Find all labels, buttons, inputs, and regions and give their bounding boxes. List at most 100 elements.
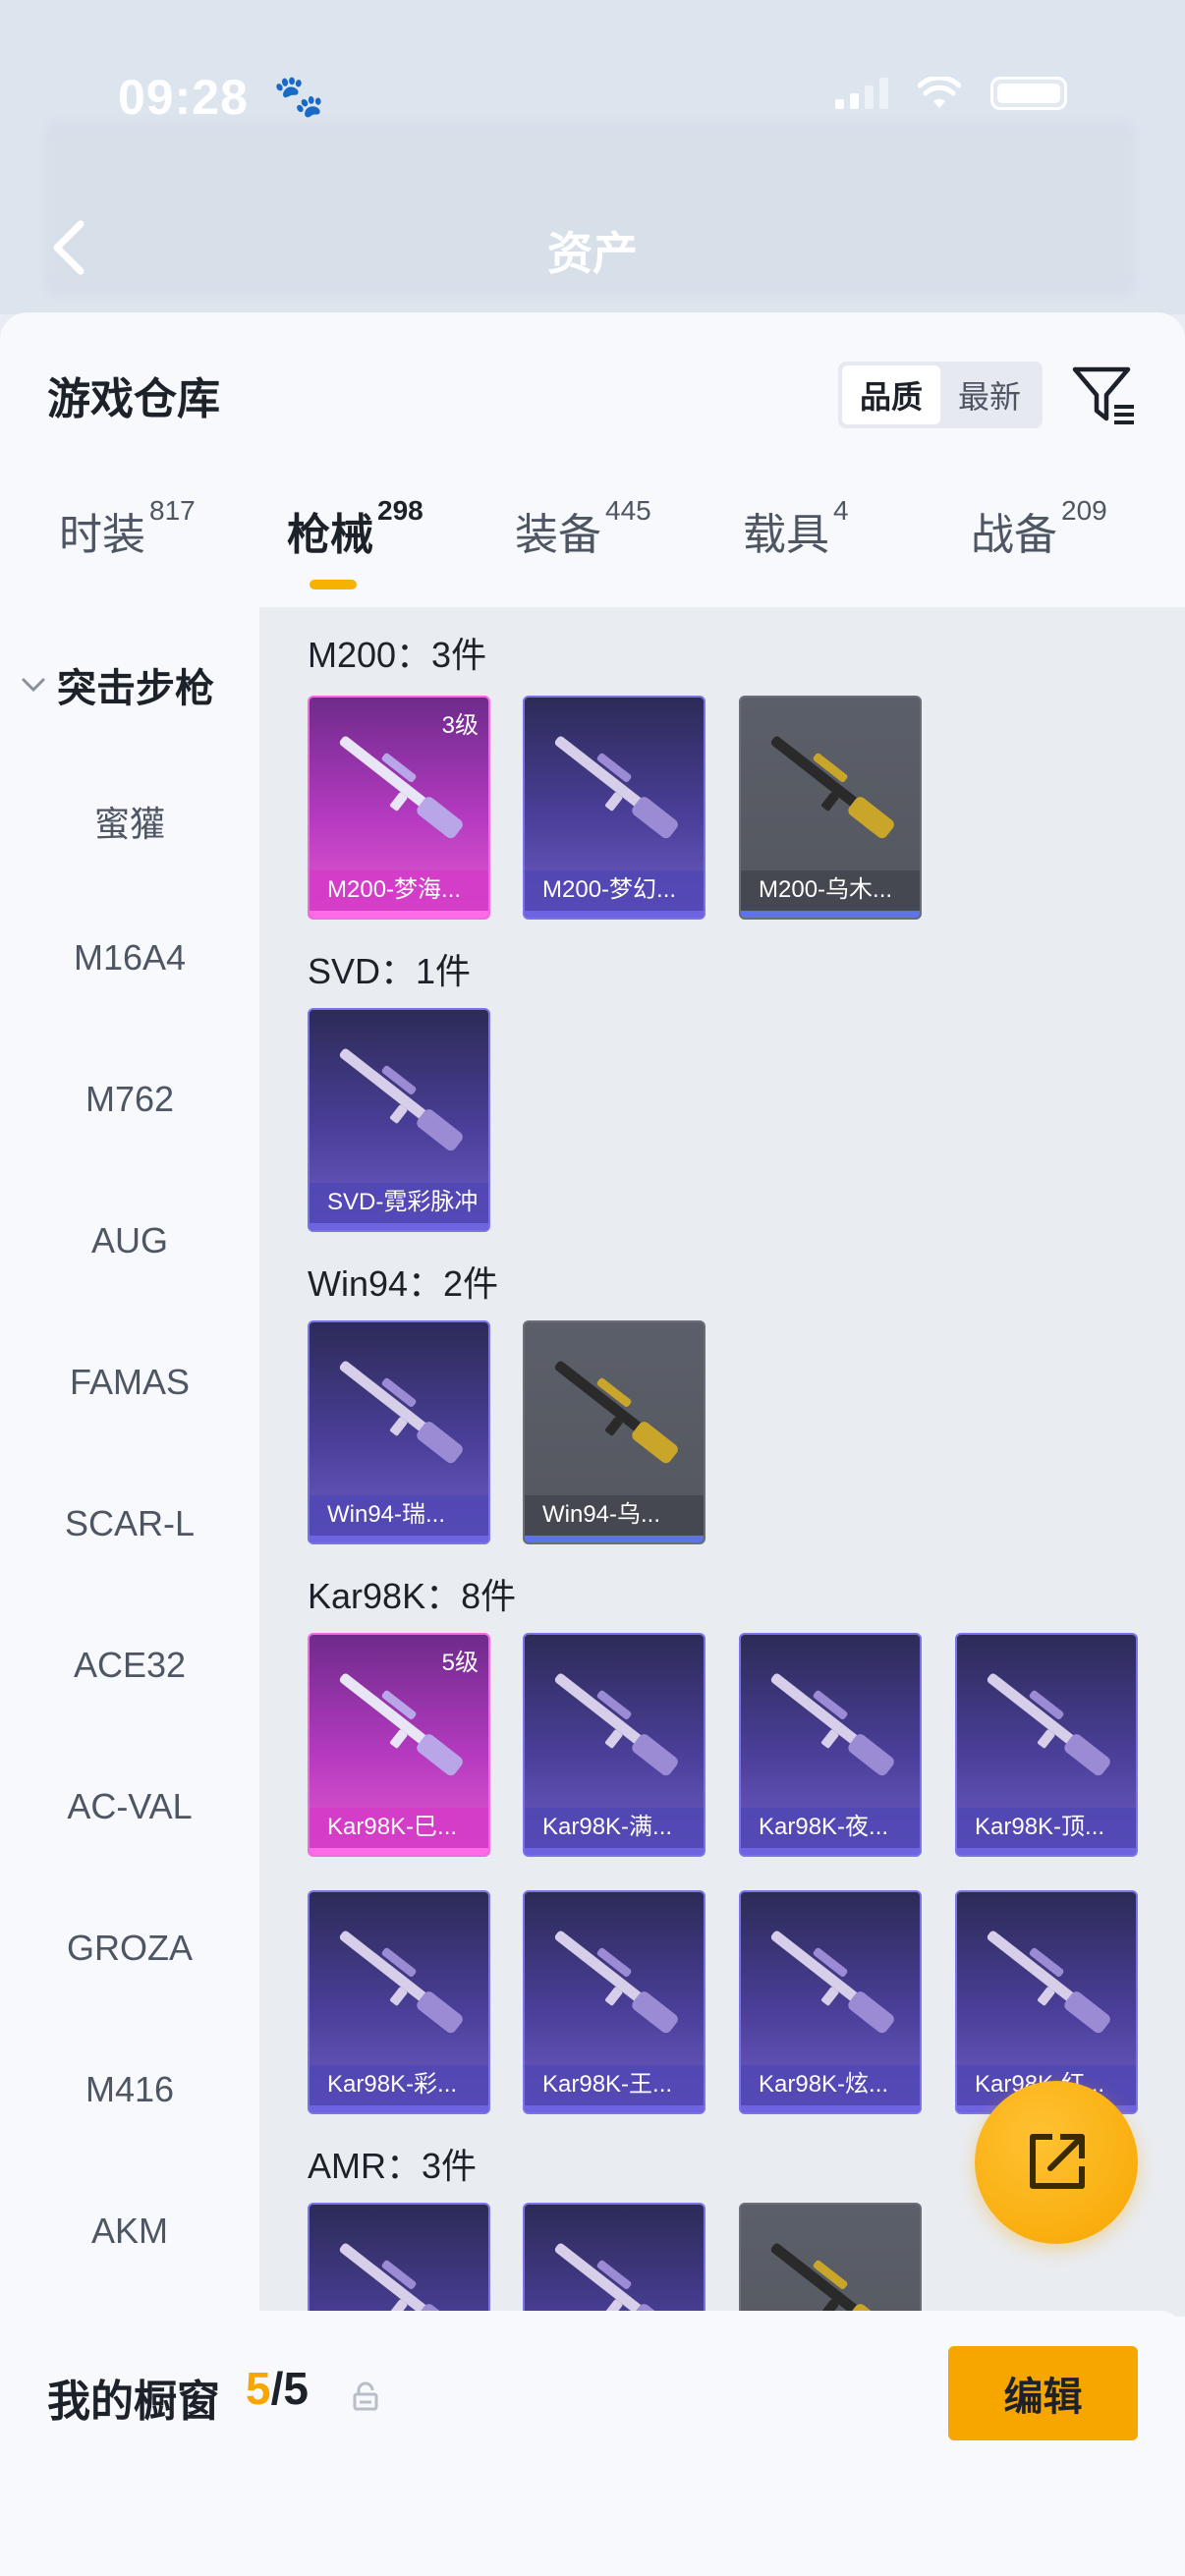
tab-label: 时装 xyxy=(59,511,145,559)
group-title: Win94：2件 xyxy=(308,1263,499,1304)
showcase-title: 我的橱窗 xyxy=(47,2378,220,2426)
rifle-icon xyxy=(554,736,678,839)
warehouse-header: 游戏仓库 品质 最新 时装817 枪械298 装备445 载具4 战备209 xyxy=(0,312,1185,607)
chevron-down-icon xyxy=(22,678,45,693)
rifle-icon xyxy=(339,1048,463,1151)
weapon-card[interactable]: M200-乌木... xyxy=(739,696,922,920)
weapon-card[interactable]: Win94-乌... xyxy=(523,1320,705,1544)
weapon-card[interactable]: Kar98K-王... xyxy=(523,1890,705,2114)
rifle-icon xyxy=(554,2243,678,2317)
page-title: 资产 xyxy=(547,228,638,279)
filter-icon[interactable] xyxy=(1069,362,1138,430)
sidebar-item[interactable]: AKM xyxy=(0,2211,259,2252)
tab-vehicles[interactable]: 载具4 xyxy=(743,495,849,588)
sidebar-item[interactable]: M416 xyxy=(0,2069,259,2110)
category-tabs: 时装817 枪械298 装备445 载具4 战备209 xyxy=(0,495,1185,597)
status-icons xyxy=(835,77,1067,110)
weapon-name: M200-梦海... xyxy=(310,870,488,918)
weapon-name: Kar98K-彩... xyxy=(310,2065,488,2112)
sort-newest-button[interactable]: 最新 xyxy=(940,365,1039,424)
sidebar-item[interactable]: M762 xyxy=(0,1079,259,1120)
lock-icon xyxy=(353,2381,378,2411)
sidebar-item[interactable]: GROZA xyxy=(0,1928,259,1969)
rifle-icon xyxy=(770,736,894,839)
tab-equipment[interactable]: 装备445 xyxy=(515,495,651,588)
showcase-count: 5/5 xyxy=(246,2362,309,2415)
rifle-icon xyxy=(770,1673,894,1776)
sidebar-item[interactable]: 蜜獾 xyxy=(0,796,259,847)
weapon-card[interactable]: SVD-霓彩脉冲 xyxy=(308,1008,490,1232)
signal-icon xyxy=(835,78,888,109)
level-badge: 5级 xyxy=(441,1650,479,1676)
tab-label: 装备 xyxy=(515,511,601,559)
warehouse-sheet: 游戏仓库 品质 最新 时装817 枪械298 装备445 载具4 战备209 突… xyxy=(0,312,1185,2576)
tab-count: 817 xyxy=(149,495,196,526)
rifle-icon xyxy=(554,1931,678,2034)
tab-count: 445 xyxy=(605,495,651,526)
weapon-card[interactable]: 3级 M200-梦海... xyxy=(308,696,490,920)
sidebar-item[interactable]: M16A4 xyxy=(0,937,259,979)
showcase-bar: 我的橱窗 5/5 编辑 xyxy=(0,2311,1185,2576)
active-tab-indicator xyxy=(310,580,357,589)
tab-label: 战备 xyxy=(971,511,1057,559)
rifle-icon xyxy=(770,2243,894,2317)
sort-toggle: 品质 最新 xyxy=(838,362,1043,428)
sidebar-item[interactable]: FAMAS xyxy=(0,1362,259,1403)
edit-button[interactable]: 编辑 xyxy=(948,2346,1138,2440)
level-badge: 3级 xyxy=(441,712,479,739)
weapon-name: Kar98K-满... xyxy=(525,1808,704,1855)
weapon-name: Kar98K-顶... xyxy=(957,1808,1136,1855)
warehouse-title: 游戏仓库 xyxy=(47,375,220,423)
rifle-icon xyxy=(987,1673,1110,1776)
weapon-type-sidebar: 突击步枪 蜜獾 M16A4 M762 AUG FAMAS SCAR-L ACE3… xyxy=(0,607,259,2317)
weapon-name: Kar98K-夜... xyxy=(741,1808,920,1855)
weapon-name: M200-梦幻... xyxy=(525,870,704,918)
sidebar-item[interactable]: AC-VAL xyxy=(0,1786,259,1827)
weapon-name: Kar98K-王... xyxy=(525,2065,704,2112)
weapon-name: M200-乌木... xyxy=(741,870,920,918)
weapon-card[interactable]: Kar98K-顶... xyxy=(955,1633,1138,1857)
rifle-icon xyxy=(339,1361,463,1464)
share-external-icon xyxy=(1030,2134,1085,2189)
group-title: SVD：1件 xyxy=(308,951,472,991)
sidebar-category-label: 突击步枪 xyxy=(57,667,214,710)
rifle-icon xyxy=(554,1673,678,1776)
sidebar-item[interactable]: AUG xyxy=(0,1220,259,1261)
wifi-icon xyxy=(918,77,961,108)
weapon-card[interactable]: Kar98K-夜... xyxy=(739,1633,922,1857)
sidebar-category-assault-rifle[interactable]: 突击步枪 xyxy=(20,656,214,713)
weapon-card[interactable]: M200-梦幻... xyxy=(523,696,705,920)
header-background: 09:28 🐾 资产 xyxy=(0,0,1185,314)
sort-quality-button[interactable]: 品质 xyxy=(842,365,940,424)
paw-icon: 🐾 xyxy=(273,73,325,119)
weapon-card[interactable]: Win94-瑞... xyxy=(308,1320,490,1544)
rifle-icon xyxy=(339,1931,463,2034)
weapon-card[interactable]: Kar98K-彩... xyxy=(308,1890,490,2114)
tab-count: 298 xyxy=(377,495,423,526)
battery-icon xyxy=(990,77,1067,110)
group-title: Kar98K：8件 xyxy=(308,1576,517,1616)
rifle-icon xyxy=(987,1931,1110,2034)
weapon-name: Kar98K-巳... xyxy=(310,1808,488,1855)
weapon-card[interactable] xyxy=(739,2203,922,2317)
showcase-current: 5 xyxy=(246,2363,271,2414)
tab-label: 载具 xyxy=(743,511,829,559)
group-title: AMR：3件 xyxy=(308,2146,478,2186)
weapon-card[interactable]: Kar98K-满... xyxy=(523,1633,705,1857)
share-button[interactable] xyxy=(975,2081,1138,2244)
rifle-icon xyxy=(554,1361,678,1464)
tab-fashion[interactable]: 时装817 xyxy=(59,495,196,588)
weapon-card[interactable] xyxy=(308,2203,490,2317)
tab-count: 209 xyxy=(1061,495,1107,526)
sidebar-item[interactable]: ACE32 xyxy=(0,1645,259,1686)
weapon-card[interactable] xyxy=(523,2203,705,2317)
rifle-icon xyxy=(339,2243,463,2317)
tab-battle-gear[interactable]: 战备209 xyxy=(971,495,1107,588)
sidebar-item[interactable]: SCAR-L xyxy=(0,1503,259,1544)
tab-count: 4 xyxy=(833,495,849,526)
weapon-card[interactable]: 5级 Kar98K-巳... xyxy=(308,1633,490,1857)
showcase-total: /5 xyxy=(270,2363,309,2414)
weapon-card[interactable]: Kar98K-炫... xyxy=(739,1890,922,2114)
tab-firearms[interactable]: 枪械298 xyxy=(287,495,423,588)
status-time: 09:28 xyxy=(118,70,249,125)
